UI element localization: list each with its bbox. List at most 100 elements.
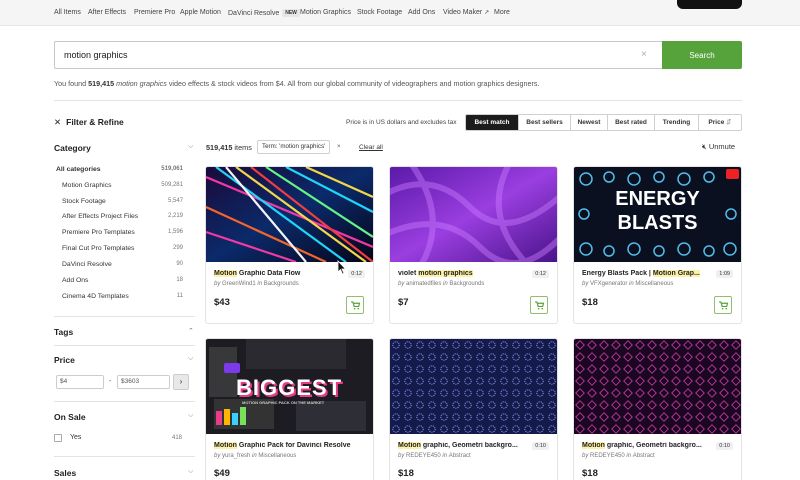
product-card[interactable]: Motion Graphic Data Flow 0:12 by GreenWi…: [205, 166, 374, 324]
nav-stock-footage[interactable]: Stock Footage: [357, 9, 402, 16]
author-link[interactable]: animatedfiles: [406, 281, 441, 287]
category-link[interactable]: Abstract: [449, 453, 471, 459]
nav-premiere-pro[interactable]: Premiere Pro: [134, 9, 175, 16]
category-motion-graphics[interactable]: Motion Graphics 509,281: [62, 182, 183, 189]
card-title[interactable]: Motion Graphic Pack for Davinci Resolve: [214, 442, 364, 449]
close-icon[interactable]: ×: [337, 141, 341, 153]
chevron-right-icon[interactable]: ›: [173, 374, 189, 390]
product-card[interactable]: ENERGY BLASTS Energy Blasts Pack | Motion…: [573, 166, 742, 324]
card-thumbnail[interactable]: BIGGEST MOTION GRAPHIC PACK ON THE MARKE…: [206, 339, 373, 434]
clear-all-link[interactable]: Clear all: [359, 144, 383, 151]
title-highlight: Motion: [214, 442, 237, 449]
price-heading[interactable]: Price: [54, 355, 75, 365]
filter-refine-toggle[interactable]: ✕ Filter & Refine: [54, 117, 124, 128]
card-thumbnail[interactable]: [574, 339, 741, 434]
card-title[interactable]: Motion graphic, Geometri backgro...: [582, 442, 712, 449]
sort-best-sellers[interactable]: Best sellers: [518, 115, 570, 130]
nav-davinci-resolve[interactable]: DaVinci Resolve NEW: [228, 9, 300, 17]
category-link[interactable]: Backgrounds: [264, 281, 299, 287]
category-heading[interactable]: Category: [54, 143, 91, 153]
category-count: 2,219: [167, 213, 183, 219]
title-highlight: Motion: [398, 442, 421, 449]
thumbnail-text: BIGGEST: [236, 375, 343, 400]
thumbnail-text: ENERGY BLASTS: [574, 187, 741, 235]
category-premiere-pro[interactable]: Premiere Pro Templates 1,596: [62, 229, 183, 236]
chevron-down-icon[interactable]: ⌵: [188, 468, 193, 476]
price-max-input[interactable]: $3603: [117, 375, 170, 389]
category-link[interactable]: Miscellaneous: [258, 453, 296, 459]
author-link[interactable]: VFXgenerator: [590, 281, 627, 287]
nav-motion-graphics[interactable]: Motion Graphics: [300, 9, 351, 16]
thumbnail-subtext: MOTION GRAPHIC PACK ON THE MARKET: [242, 400, 325, 405]
add-to-cart-button[interactable]: [530, 296, 548, 314]
card-thumbnail[interactable]: ENERGY BLASTS: [574, 167, 741, 262]
chevron-down-icon[interactable]: ⌵: [188, 143, 193, 151]
category-link[interactable]: Abstract: [633, 453, 655, 459]
sort-price[interactable]: Price ⇵: [698, 115, 741, 130]
category-all[interactable]: All categories 519,061: [56, 166, 183, 173]
product-card[interactable]: violet motion graphics 0:12 by animatedf…: [389, 166, 558, 324]
external-link-icon: ↗: [484, 10, 490, 16]
price-min-input[interactable]: $4: [56, 375, 104, 389]
card-title[interactable]: violet motion graphics: [398, 270, 528, 277]
card-thumbnail[interactable]: [390, 339, 557, 434]
chevron-up-icon[interactable]: ⌃: [188, 327, 194, 335]
term-chip: Term: 'motion graphics' ×: [257, 140, 341, 154]
category-cinema-4d[interactable]: Cinema 4D Templates 11: [62, 293, 183, 300]
category-count: 509,281: [161, 182, 183, 188]
card-thumbnail[interactable]: [206, 167, 373, 262]
card-price: $43: [214, 297, 230, 308]
category-link[interactable]: Backgrounds: [449, 281, 484, 287]
sort-best-rated[interactable]: Best rated: [607, 115, 654, 130]
top-nav: All Items After Effects Premiere Pro App…: [0, 0, 800, 26]
card-title[interactable]: Motion graphic, Geometri backgro...: [398, 442, 528, 449]
add-to-cart-button[interactable]: [714, 296, 732, 314]
category-after-effects[interactable]: After Effects Project Files 2,219: [62, 213, 183, 220]
nav-apple-motion[interactable]: Apple Motion: [180, 9, 221, 16]
on-sale-checkbox[interactable]: [54, 434, 62, 442]
sort-trending[interactable]: Trending: [654, 115, 698, 130]
nav-more[interactable]: More: [494, 9, 510, 16]
close-icon[interactable]: ×: [641, 49, 647, 60]
card-title[interactable]: Motion Graphic Data Flow: [214, 270, 344, 277]
sales-heading[interactable]: Sales: [54, 468, 76, 478]
unmute-label: Unmute: [708, 142, 736, 151]
author-link[interactable]: REDEYE450: [590, 453, 625, 459]
category-link[interactable]: Miscellaneous: [635, 281, 673, 287]
card-title[interactable]: Energy Blasts Pack | Motion Grap...: [582, 270, 712, 277]
chevron-down-icon[interactable]: ⌵: [188, 355, 193, 363]
search-button[interactable]: Search: [662, 41, 742, 69]
category-label: All categories: [56, 166, 101, 173]
category-stock-footage[interactable]: Stock Footage 5,547: [62, 198, 183, 205]
nav-add-ons[interactable]: Add Ons: [408, 9, 435, 16]
sort-best-match[interactable]: Best match: [466, 115, 518, 130]
card-thumbnail[interactable]: [390, 167, 557, 262]
category-add-ons[interactable]: Add Ons 18: [62, 277, 183, 284]
category-final-cut-pro[interactable]: Final Cut Pro Templates 299: [62, 245, 183, 252]
nav-all-items[interactable]: All Items: [54, 9, 81, 16]
author-link[interactable]: REDEYE450: [406, 453, 441, 459]
title-text: graphic, Geometri backgro...: [604, 442, 702, 449]
product-card[interactable]: Motion graphic, Geometri backgro... 0:10…: [389, 338, 558, 480]
category-davinci-resolve[interactable]: DaVinci Resolve 90: [62, 261, 183, 268]
account-tab[interactable]: [677, 0, 742, 9]
tags-heading[interactable]: Tags: [54, 327, 73, 337]
author-link[interactable]: GreenWind1: [222, 281, 256, 287]
author-prefix: by: [214, 453, 223, 459]
product-card[interactable]: Motion graphic, Geometri backgro... 0:10…: [573, 338, 742, 480]
author-link[interactable]: yura_fresh: [222, 453, 250, 459]
chevron-down-icon[interactable]: ⌵: [188, 412, 193, 420]
author-prefix: by: [582, 453, 591, 459]
nav-video-maker[interactable]: Video Maker ↗: [443, 9, 489, 16]
add-to-cart-button[interactable]: [346, 296, 364, 314]
card-author: by REDEYE450 in Abstract: [582, 453, 655, 459]
title-text: Graphic Data Flow: [236, 270, 301, 277]
card-price: $18: [582, 468, 598, 479]
title-text: Graphic Pack for Davinci Resolve: [236, 442, 351, 449]
product-card[interactable]: BIGGEST MOTION GRAPHIC PACK ON THE MARKE…: [205, 338, 374, 480]
sort-newest[interactable]: Newest: [570, 115, 607, 130]
search-input[interactable]: [64, 50, 624, 60]
nav-after-effects[interactable]: After Effects: [88, 9, 126, 16]
on-sale-heading[interactable]: On Sale: [54, 412, 86, 422]
unmute-button[interactable]: 🔇︎ Unmute: [702, 142, 735, 152]
